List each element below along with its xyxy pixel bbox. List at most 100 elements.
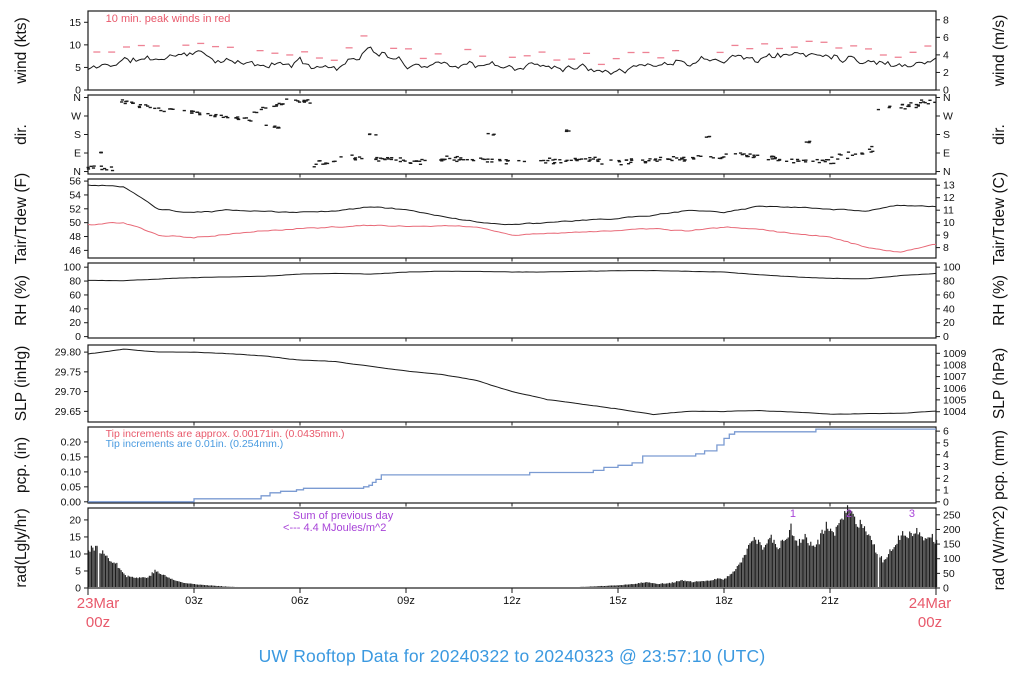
dir-point xyxy=(773,157,778,159)
rad-bar xyxy=(796,540,798,587)
dir-ytick-left: W xyxy=(71,110,81,122)
rad-bar xyxy=(661,583,663,587)
x-end-hour: 00z xyxy=(918,614,942,631)
dir-point xyxy=(648,158,652,160)
dir-point xyxy=(600,163,604,165)
rad-bar xyxy=(794,540,796,587)
dir-point xyxy=(539,159,543,162)
rad-bar xyxy=(155,571,157,587)
dir-point xyxy=(386,156,390,159)
dir-point xyxy=(670,159,674,162)
rad-bar xyxy=(834,535,836,587)
dir-point xyxy=(448,157,452,160)
dir-point xyxy=(587,160,591,162)
rad-bar xyxy=(619,584,621,587)
rad-bar xyxy=(620,585,622,587)
dir-point xyxy=(389,158,394,161)
rad-bar xyxy=(606,585,608,587)
rad-bar xyxy=(186,583,189,587)
rad-bar xyxy=(685,581,687,587)
rad-bar xyxy=(697,581,699,587)
rad-bar xyxy=(192,583,194,587)
dir-point xyxy=(479,157,483,159)
dir-point xyxy=(236,116,240,118)
rad-bar xyxy=(670,583,672,587)
slp-ytick-right: 1006 xyxy=(943,383,967,395)
rad-bar xyxy=(711,580,713,587)
rad-bar xyxy=(203,585,206,587)
dir-point xyxy=(455,160,459,163)
rad-bar xyxy=(739,562,741,587)
rad-bar xyxy=(185,583,187,587)
dir-point xyxy=(308,102,312,104)
dir-point xyxy=(558,159,562,161)
rad-bar xyxy=(858,527,860,587)
dir-point xyxy=(658,156,663,159)
dir-point xyxy=(517,159,521,162)
rad-annotation: <--- 4.4 MJoules/m^2 xyxy=(283,522,386,534)
rad-bar xyxy=(873,544,875,587)
dir-point xyxy=(461,159,466,161)
dir-ytick-right: W xyxy=(943,110,953,122)
rad-bar xyxy=(797,545,799,587)
rad-bar xyxy=(673,582,675,587)
rad-bar xyxy=(599,585,601,587)
rad-bar xyxy=(787,537,789,587)
dir-point xyxy=(724,153,728,155)
wind-ytick-right: 6 xyxy=(943,32,949,44)
rad-annotation: 3 xyxy=(909,508,915,520)
rad-bar xyxy=(220,586,223,587)
rad-bar xyxy=(150,575,152,587)
dir-point xyxy=(109,166,114,168)
pcp-ytick-left: 0.20 xyxy=(61,436,82,448)
rad-bar xyxy=(916,527,918,587)
rad-bar xyxy=(825,521,827,587)
rad-bar xyxy=(807,543,809,587)
dir-point xyxy=(870,145,874,148)
rad-bar xyxy=(162,574,165,587)
rad-bar xyxy=(148,575,150,587)
dir-point xyxy=(276,127,280,129)
dir-point xyxy=(692,158,696,160)
rad-bar xyxy=(119,568,121,587)
rad-bar xyxy=(725,578,727,587)
rad-bar xyxy=(931,533,933,587)
dir-point xyxy=(277,102,281,105)
rad-bar xyxy=(841,518,843,587)
dir-point xyxy=(226,116,230,119)
rad-bar xyxy=(848,509,850,587)
dir-point xyxy=(770,155,774,157)
rad-bar xyxy=(766,543,768,587)
dir-point xyxy=(903,108,907,110)
dir-point xyxy=(138,104,143,106)
rad-bar xyxy=(215,585,217,587)
dir-ytick-left: N xyxy=(73,92,81,104)
rad-bar xyxy=(210,585,213,587)
x-tick-label: 12z xyxy=(503,595,521,607)
rad-bar xyxy=(174,580,176,587)
dir-point xyxy=(459,157,463,159)
pcp-ytick-left: 0.05 xyxy=(61,481,82,493)
rad-bar xyxy=(770,534,772,587)
rad-bar xyxy=(601,585,603,587)
rad-bar xyxy=(865,531,867,587)
rad-bar xyxy=(209,585,211,587)
rad-bar xyxy=(110,561,112,587)
rad-bar xyxy=(862,527,864,587)
rad-bar xyxy=(695,581,697,587)
dir-panel xyxy=(87,94,937,175)
rad-bar xyxy=(198,584,200,587)
wind-ytick-left: 5 xyxy=(75,62,81,74)
rad-bar xyxy=(851,511,853,587)
dir-point xyxy=(559,162,563,164)
rad-bar xyxy=(900,535,902,587)
dir-point xyxy=(666,158,670,160)
pcp-ytick-right: 1 xyxy=(943,485,949,497)
rad-bar xyxy=(712,580,714,587)
rad-bar xyxy=(219,586,221,587)
rad-bar xyxy=(822,533,825,587)
dir-point xyxy=(465,158,469,161)
dir-point xyxy=(401,159,406,161)
rad-bar xyxy=(603,585,606,587)
rad-bar xyxy=(774,544,777,587)
